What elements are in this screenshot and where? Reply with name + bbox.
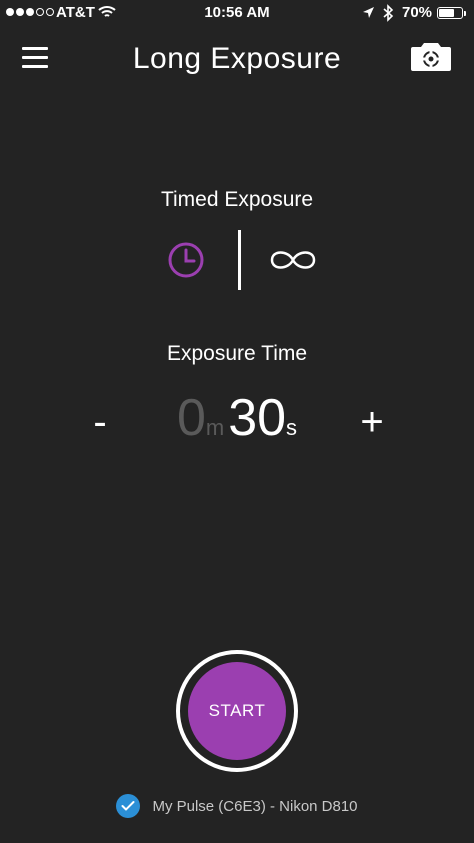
device-name: My Pulse (C6E3) - Nikon D810 — [152, 797, 358, 815]
status-bar: AT&T 10:56 AM 70% — [0, 0, 474, 28]
camera-settings-icon[interactable] — [409, 42, 453, 72]
mode-divider — [238, 230, 241, 290]
exposure-time-value: 0m30s — [0, 388, 474, 448]
infinity-icon[interactable] — [268, 246, 318, 274]
clock-icon[interactable] — [166, 240, 206, 280]
location-arrow-icon — [363, 7, 374, 18]
page-title: Long Exposure — [132, 42, 342, 75]
seconds-unit: s — [286, 415, 298, 440]
bluetooth-icon — [383, 4, 394, 22]
battery-icon — [437, 7, 463, 19]
start-button[interactable]: START — [188, 662, 286, 760]
seconds-value[interactable]: 30 — [228, 389, 286, 447]
connected-device[interactable]: My Pulse (C6E3) - Nikon D810 — [0, 794, 474, 818]
checkmark-icon — [116, 794, 141, 818]
timed-exposure-label: Timed Exposure — [160, 188, 314, 211]
battery-tip — [464, 11, 466, 16]
minutes-unit: m — [205, 415, 225, 440]
increase-time-button[interactable]: + — [350, 398, 394, 446]
minutes-value[interactable]: 0 — [177, 389, 206, 447]
battery-percentage: 70% — [402, 4, 433, 21]
exposure-time-label: Exposure Time — [166, 342, 308, 365]
